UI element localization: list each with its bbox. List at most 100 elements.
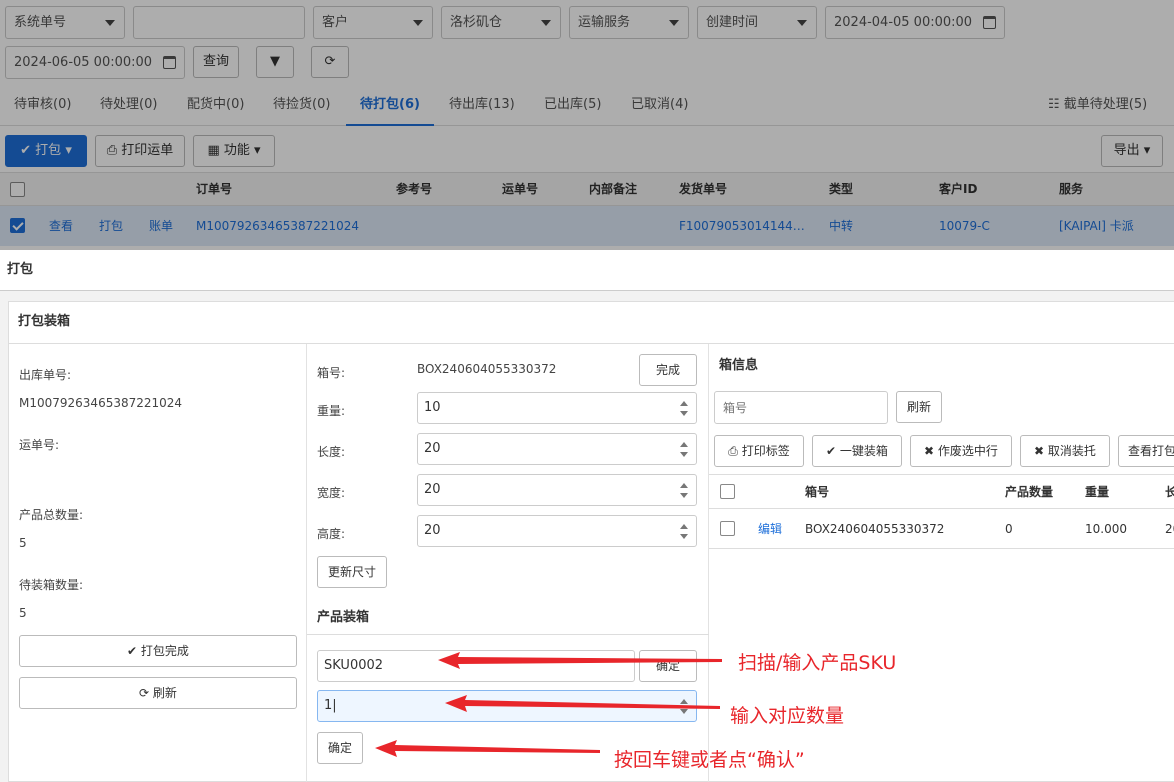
col-order-no: 订单号 <box>196 182 233 196</box>
customer-id-value: 10079-C <box>939 219 990 233</box>
box-edit-column: 箱号: BOX240604055330372 完成 重量: 10 长度: 20 … <box>307 344 709 782</box>
tab-intercept[interactable]: ☷ 截单待处理(5) <box>1048 86 1147 126</box>
box-search-input[interactable] <box>714 391 888 424</box>
print-label-button[interactable]: ⎙ 打印标签 <box>714 435 804 467</box>
outbound-no-label: 出库单号: <box>19 368 72 382</box>
ship-no-link[interactable]: F10079053014144… <box>679 206 805 246</box>
check-icon: ✔ <box>127 644 141 658</box>
close-icon: ✖ <box>924 444 938 458</box>
annotation-press-enter: 按回车键或者点“确认” <box>614 749 805 771</box>
refresh-button[interactable]: ⟳ 刷新 <box>19 677 297 709</box>
pending-qty-label: 待装箱数量: <box>19 578 84 592</box>
pack-modal-body: 打包装箱 出库单号: M10079263465387221024 运单号: 产品… <box>0 291 1174 782</box>
print-waybill-button[interactable]: ⎙ 打印运单 <box>95 135 185 167</box>
select-all-checkbox[interactable] <box>10 182 25 197</box>
sku-input[interactable]: SKU0002 <box>317 650 635 682</box>
caret-down-icon: ▾ <box>249 143 261 158</box>
filter-button[interactable]: ▼ <box>256 46 294 78</box>
view-pack-button[interactable]: 查看打包 <box>1118 435 1174 467</box>
waybill-no-label: 运单号: <box>19 438 60 452</box>
spin-down-icon[interactable] <box>680 709 688 714</box>
start-time-input[interactable]: 2024-04-05 00:00:00 <box>825 6 1005 39</box>
tab-pending-process[interactable]: 待处理(0) <box>100 86 157 126</box>
box-done-button[interactable]: 完成 <box>639 354 697 386</box>
tab-pending-pick[interactable]: 待捡货(0) <box>273 86 330 126</box>
sku-confirm-button[interactable]: 确定 <box>639 650 697 682</box>
col-customer-id: 客户ID <box>939 182 978 196</box>
time-type-select[interactable]: 创建时间 <box>697 6 817 39</box>
chevron-down-icon <box>105 20 115 26</box>
pack-dropdown-button[interactable]: ✔ 打包 ▾ <box>5 135 87 167</box>
query-button[interactable]: 查询 <box>193 46 239 78</box>
box-refresh-button[interactable]: 刷新 <box>896 391 942 423</box>
col-waybill-no: 运单号 <box>502 182 539 196</box>
row-checkbox[interactable] <box>10 218 25 233</box>
service-value: [KAIPAI] 卡派 <box>1059 219 1134 233</box>
calendar-icon <box>983 16 996 29</box>
tab-pending-outbound[interactable]: 待出库(13) <box>449 86 515 126</box>
warehouse-select[interactable]: 洛杉矶仓 <box>441 6 561 39</box>
col-product-qty: 产品数量 <box>1005 485 1054 499</box>
end-time-value: 2024-06-05 00:00:00 <box>14 55 153 70</box>
spin-down-icon[interactable] <box>680 452 688 457</box>
tab-pending-review[interactable]: 待审核(0) <box>14 86 71 126</box>
transport-service-select[interactable]: 运输服务 <box>569 6 689 39</box>
spin-up-icon[interactable] <box>680 401 688 406</box>
export-dropdown-button[interactable]: 导出 ▾ <box>1101 135 1163 167</box>
customer-select[interactable]: 客户 <box>313 6 433 39</box>
tab-cancelled[interactable]: 已取消(4) <box>631 86 688 126</box>
type-value: 中转 <box>829 219 854 233</box>
spin-down-icon[interactable] <box>680 534 688 539</box>
width-input[interactable]: 20 <box>417 474 697 506</box>
spin-up-icon[interactable] <box>680 483 688 488</box>
update-size-button[interactable]: 更新尺寸 <box>317 556 387 588</box>
view-link[interactable]: 查看 <box>49 206 73 246</box>
outbound-no-value: M10079263465387221024 <box>19 396 183 410</box>
table-row: 查看 打包 账单 M10079263465387221024 F10079053… <box>0 206 1174 246</box>
system-no-input[interactable] <box>133 6 305 39</box>
box-no-value: BOX240604055330372 <box>417 362 557 376</box>
bill-link[interactable]: 账单 <box>149 206 173 246</box>
edit-box-link[interactable]: 编辑 <box>758 509 782 549</box>
one-click-pack-button[interactable]: ✔ 一键装箱 <box>812 435 902 467</box>
order-table-header: 订单号 参考号 运单号 内部备注 发货单号 类型 客户ID 服务 <box>0 172 1174 206</box>
spin-down-icon[interactable] <box>680 493 688 498</box>
chevron-down-icon <box>797 20 807 26</box>
tab-shipped[interactable]: 已出库(5) <box>544 86 601 126</box>
confirm-button[interactable]: 确定 <box>317 732 363 764</box>
select-all-boxes-checkbox[interactable] <box>720 484 735 499</box>
spin-up-icon[interactable] <box>680 524 688 529</box>
col-internal-note: 内部备注 <box>589 182 638 196</box>
spin-down-icon[interactable] <box>680 411 688 416</box>
pack-finish-button[interactable]: ✔ 打包完成 <box>19 635 297 667</box>
pack-link[interactable]: 打包 <box>99 206 123 246</box>
weight-input[interactable]: 10 <box>417 392 697 424</box>
panel-title: 打包装箱 <box>9 302 1174 344</box>
col-type: 类型 <box>829 182 854 196</box>
spin-up-icon[interactable] <box>680 699 688 704</box>
table-row: 编辑 BOX240604055330372 0 10.000 20 <box>709 509 1174 549</box>
function-dropdown-button[interactable]: ▦ 功能 ▾ <box>193 135 275 167</box>
tab-allocating[interactable]: 配货中(0) <box>187 86 244 126</box>
box-no-cell: BOX240604055330372 <box>805 522 945 536</box>
system-no-select[interactable]: 系统单号 <box>5 6 125 39</box>
quantity-input[interactable]: 1| <box>317 690 697 722</box>
caret-down-icon: ▾ <box>61 143 72 158</box>
void-selected-button[interactable]: ✖ 作废选中行 <box>910 435 1012 467</box>
tab-pending-pack[interactable]: 待打包(6) <box>346 86 434 126</box>
height-input[interactable]: 20 <box>417 515 697 547</box>
box-table-header: 箱号 产品数量 重量 长 <box>709 474 1174 509</box>
length-input[interactable]: 20 <box>417 433 697 465</box>
length-cell: 20 <box>1165 522 1174 536</box>
cancel-tray-button[interactable]: ✖ 取消装托 <box>1020 435 1110 467</box>
total-qty-value: 5 <box>19 536 27 550</box>
box-row-checkbox[interactable] <box>720 521 735 536</box>
reload-button[interactable]: ⟳ <box>311 46 349 78</box>
box-info-title: 箱信息 <box>719 358 759 373</box>
check-icon: ✔ <box>20 143 36 158</box>
spin-up-icon[interactable] <box>680 442 688 447</box>
order-no-link[interactable]: M10079263465387221024 <box>196 206 359 246</box>
end-time-input[interactable]: 2024-06-05 00:00:00 <box>5 46 185 79</box>
status-tabs: 待审核(0) 待处理(0) 配货中(0) 待捡货(0) 待打包(6) 待出库(1… <box>0 86 1174 126</box>
order-summary-column: 出库单号: M10079263465387221024 运单号: 产品总数量: … <box>9 344 307 782</box>
